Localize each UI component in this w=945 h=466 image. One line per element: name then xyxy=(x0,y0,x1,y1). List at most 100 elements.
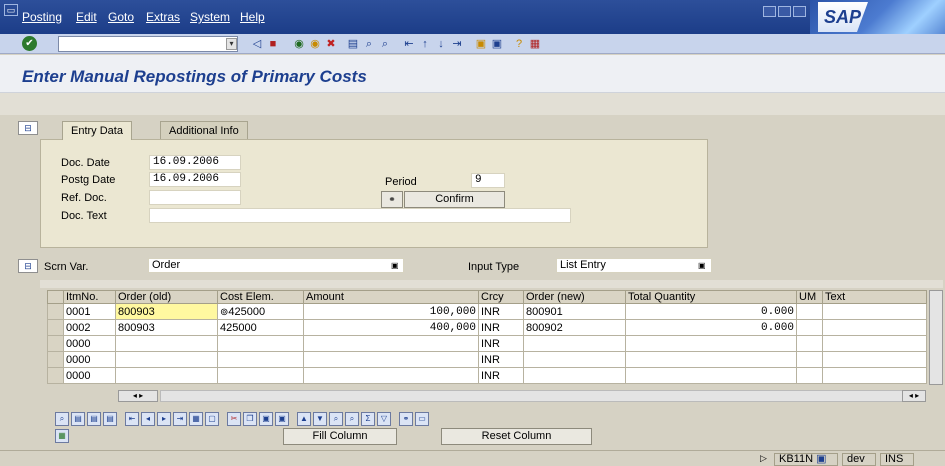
cell-total-quantity[interactable]: 0.000 xyxy=(625,303,797,320)
col-amount[interactable]: Amount xyxy=(303,290,479,304)
tab-entry-data[interactable]: Entry Data xyxy=(62,121,132,140)
totals-icon[interactable]: Σ xyxy=(361,412,375,426)
copy-icon[interactable]: ❐ xyxy=(243,412,257,426)
cell-total-quantity[interactable] xyxy=(625,335,797,352)
next-item-icon[interactable]: ▸ xyxy=(157,412,171,426)
cell-total-quantity[interactable] xyxy=(625,351,797,368)
insert-row-icon[interactable]: ▤ xyxy=(87,412,101,426)
input-type-dropdown-icon[interactable]: ▣ xyxy=(698,261,706,270)
col-total-quantity[interactable]: Total Quantity xyxy=(625,290,797,304)
table-settings-icon[interactable]: ▦ xyxy=(55,429,69,443)
right-scroll-arrows[interactable]: ◂ ▸ xyxy=(902,390,926,402)
cell-text[interactable] xyxy=(822,367,927,384)
header-collapse-icon[interactable]: ⊟ xyxy=(18,121,38,135)
cell-text[interactable] xyxy=(822,351,927,368)
system-menu-icon[interactable]: ▭ xyxy=(4,4,18,16)
cell-itmno[interactable]: 0000 xyxy=(63,351,116,368)
col-order-new[interactable]: Order (new) xyxy=(523,290,626,304)
sort-ascending-icon[interactable]: ▲ xyxy=(297,412,311,426)
tab-additional-info[interactable]: Additional Info xyxy=(160,121,248,140)
cell-amount[interactable] xyxy=(303,351,479,368)
enter-check-icon[interactable]: ✔ xyxy=(22,36,37,51)
period-field[interactable]: 9 xyxy=(471,173,505,188)
menu-goto[interactable]: Goto xyxy=(108,10,134,24)
cell-order-new[interactable] xyxy=(523,367,626,384)
create-session-icon[interactable]: ▣ xyxy=(474,37,488,51)
cell-amount[interactable] xyxy=(303,367,479,384)
cell-cost-elem[interactable] xyxy=(217,335,304,352)
command-field[interactable] xyxy=(58,36,238,52)
cell-amount[interactable] xyxy=(303,335,479,352)
cut-icon[interactable]: ✂ xyxy=(227,412,241,426)
previous-page-icon[interactable]: ↑ xyxy=(418,37,432,51)
shortcut-icon[interactable]: ▣ xyxy=(490,37,504,51)
deselect-icon[interactable]: ▢ xyxy=(205,412,219,426)
insert-mode[interactable]: INS xyxy=(880,453,914,466)
reset-column-button[interactable]: Reset Column xyxy=(441,428,592,445)
find-in-table-icon[interactable]: ⌕ xyxy=(329,412,343,426)
cell-um[interactable] xyxy=(796,335,823,352)
save-icon[interactable]: ■ xyxy=(266,37,280,51)
cell-order-old[interactable]: 800903 xyxy=(115,303,218,320)
cell-text[interactable] xyxy=(822,335,927,352)
reference-icon[interactable]: ⚭ xyxy=(399,412,413,426)
col-order-old[interactable]: Order (old) xyxy=(115,290,218,304)
maximize-button[interactable] xyxy=(778,6,791,17)
confirm-button[interactable]: Confirm xyxy=(404,191,505,208)
exit-icon[interactable]: ◉ xyxy=(308,37,322,51)
select-all-header[interactable] xyxy=(47,290,64,304)
doc-text-field[interactable] xyxy=(149,208,571,223)
find-next-icon[interactable]: ⌕ xyxy=(378,37,392,51)
cell-order-old[interactable] xyxy=(115,335,218,352)
delete-row-icon[interactable]: ▤ xyxy=(103,412,117,426)
cell-crcy[interactable]: INR xyxy=(478,367,524,384)
cell-crcy[interactable]: INR xyxy=(478,303,524,320)
postg-date-field[interactable]: 16.09.2006 xyxy=(149,172,241,187)
first-page-icon[interactable]: ⇤ xyxy=(402,37,416,51)
col-cost-elem[interactable]: Cost Elem. xyxy=(217,290,304,304)
details-icon[interactable]: ⌕ xyxy=(55,412,69,426)
cell-order-new[interactable] xyxy=(523,351,626,368)
col-text[interactable]: Text xyxy=(822,290,927,304)
cell-order-old[interactable] xyxy=(115,367,218,384)
menu-system[interactable]: System xyxy=(190,10,230,24)
table-horizontal-scrollbar[interactable] xyxy=(160,390,920,402)
cell-crcy[interactable]: INR xyxy=(478,335,524,352)
layout-menu-icon[interactable]: ▦ xyxy=(528,37,542,51)
fill-column-button[interactable]: Fill Column xyxy=(283,428,397,445)
help-icon[interactable]: ? xyxy=(512,37,526,51)
cell-um[interactable] xyxy=(796,319,823,336)
col-itmno[interactable]: ItmNo. xyxy=(63,290,116,304)
paste-icon[interactable]: ▣ xyxy=(259,412,273,426)
minimize-button[interactable] xyxy=(763,6,776,17)
ref-doc-field[interactable] xyxy=(149,190,241,205)
print-icon[interactable]: ▤ xyxy=(346,37,360,51)
cell-order-new[interactable]: 800902 xyxy=(523,319,626,336)
layout-icon[interactable]: ▭ xyxy=(415,412,429,426)
cell-um[interactable] xyxy=(796,367,823,384)
cell-order-old[interactable] xyxy=(115,351,218,368)
table-collapse-icon[interactable]: ⊟ xyxy=(18,259,38,273)
input-type-select[interactable]: List Entry xyxy=(556,258,712,273)
find-icon[interactable]: ⌕ xyxy=(362,37,376,51)
cell-itmno[interactable]: 0001 xyxy=(63,303,116,320)
doc-date-field[interactable]: 16.09.2006 xyxy=(149,155,241,170)
cell-order-old[interactable]: 800903 xyxy=(115,319,218,336)
col-um[interactable]: UM xyxy=(796,290,823,304)
scrn-var-select[interactable]: Order xyxy=(148,258,404,273)
cell-order-new[interactable] xyxy=(523,335,626,352)
next-page-icon[interactable]: ↓ xyxy=(434,37,448,51)
cancel-icon[interactable]: ✖ xyxy=(324,37,338,51)
last-page-icon[interactable]: ⇥ xyxy=(450,37,464,51)
row-selector[interactable] xyxy=(47,319,64,336)
status-expand-icon[interactable]: ▷ xyxy=(760,453,767,464)
first-item-icon[interactable]: ⇤ xyxy=(125,412,139,426)
cell-cost-elem[interactable] xyxy=(217,351,304,368)
row-selector[interactable] xyxy=(47,351,64,368)
menu-extras[interactable]: Extras xyxy=(146,10,180,24)
horizontal-scroll-arrows[interactable]: ◂ ▸ xyxy=(118,390,158,402)
cell-cost-elem[interactable]: ⊚425000 xyxy=(217,303,304,320)
col-crcy[interactable]: Crcy xyxy=(478,290,524,304)
back-arrow-icon[interactable]: ◁ xyxy=(250,37,264,51)
cell-cost-elem[interactable]: 425000 xyxy=(217,319,304,336)
